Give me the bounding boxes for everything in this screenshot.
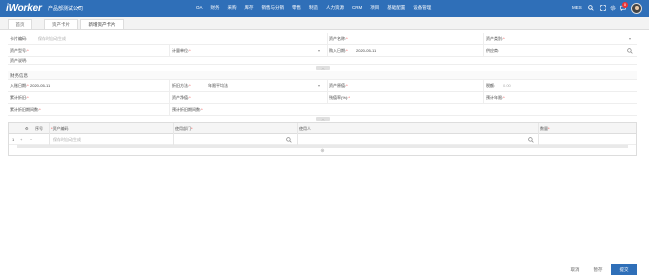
notification-badge: 8 [622,2,628,8]
gear-icon[interactable] [610,5,616,11]
tab-new-asset-card[interactable]: 新增资产卡片 [80,19,124,29]
quantity-cell[interactable] [540,134,636,145]
nav-item-retail[interactable]: 零售 [292,5,301,11]
expected-life-label: 预计年限:* [486,95,505,100]
tax-input[interactable]: 0.00 [503,80,511,91]
nav-item-base-config[interactable]: 基础配置 [387,5,405,11]
asset-code-cell[interactable]: 保存时自动生成 [53,134,81,145]
section-title-finance: 财务信息 [8,71,637,80]
form-actions: 取消 暂存 提交 [0,264,649,276]
column-header-quantity: 数量* [540,126,550,131]
fullscreen-icon[interactable] [600,5,606,11]
main-menu: OA 财务 采购 库存 销售与分销 零售 制造 人力资源 CRM 项目 基础配置… [196,5,431,11]
table-row: 1 + − 保存时自动生成 [9,134,636,145]
nav-item-oa[interactable]: OA [196,5,203,11]
user-avatar[interactable] [631,3,642,14]
user-cell[interactable] [299,134,539,145]
supplier-label: 供应商: [486,48,500,53]
tax-label: 税额: [486,83,496,88]
nav-item-equipment[interactable]: 设备管理 [413,5,431,11]
collapse-button[interactable]: ︿ [316,66,330,70]
nav-item-purchase[interactable]: 采购 [228,5,237,11]
search-icon[interactable] [286,137,292,143]
column-header-asset-code: *资产编码 [51,126,69,131]
tab-home[interactable]: 首页 [8,19,32,29]
cancel-button[interactable]: 取消 [566,264,584,275]
asset-card-form: 卡片编码: 保存时自动生成 资产名称:* 资产类别:* ▾ 资产型号:* 计量单… [8,33,637,122]
asset-category-label: 资产类别:* [486,36,505,41]
top-navigation-bar: iWorker 产品部测试公司 ▾ OA 财务 采购 库存 销售与分销 零售 制… [0,0,649,17]
nav-item-inventory[interactable]: 库存 [245,5,254,11]
search-icon[interactable] [528,137,534,143]
asset-description-label: 资产说明: [10,58,28,63]
nav-item-crm[interactable]: CRM [352,5,362,11]
form-row: 累计折旧:* 资产净值:* 残值率(%):* 预计年限:* [8,92,637,104]
settings-icon[interactable]: ⚙ [25,123,29,134]
nav-item-project[interactable]: 项目 [370,5,379,11]
search-icon[interactable] [588,5,594,11]
nav-item-hr[interactable]: 人力资源 [326,5,344,11]
nav-item-sales[interactable]: 销售与分销 [262,5,285,11]
app-logo[interactable]: iWorker [6,3,42,14]
form-row: 卡片编码: 保存时自动生成 资产名称:* 资产类别:* ▾ [8,33,637,45]
asset-detail-table: ⚙ 序号 *资产编码 使用部门* 使用人 数量* 1 + − 保存时自动生成 ⊕ [8,122,637,156]
form-row: 资产型号:* 计量单位:* ▾ 购入日期:* 2020-05-11 供应商: [8,45,637,57]
column-header-seq: 序号 [35,126,43,131]
remove-row-button[interactable]: − [30,134,32,145]
table-header: ⚙ 序号 *资产编码 使用部门* 使用人 数量* [9,123,636,134]
submit-button[interactable]: 提交 [611,264,637,275]
column-header-use-dept: 使用部门* [175,126,193,131]
use-dept-cell[interactable] [175,134,297,145]
row-index: 1 [12,137,15,142]
add-row-button[interactable]: + [20,134,22,145]
form-row: 资产说明: [8,57,637,65]
expected-depreciation-periods-label: 预计折旧期间数:* [172,107,203,112]
user-name[interactable]: MES [572,5,582,10]
column-header-user: 使用人 [299,126,311,131]
nav-item-manufacture[interactable]: 制造 [309,5,318,11]
tab-bar: 首页 资产卡片 新增资产卡片 [0,17,649,30]
search-icon[interactable] [627,48,633,54]
draft-button[interactable]: 暂存 [589,264,607,275]
nav-item-finance[interactable]: 财务 [211,5,220,11]
collapse-button[interactable]: ︿ [316,117,330,121]
form-row: 累计折旧期间数:* 预计折旧期间数:* [8,104,637,116]
add-row-icon[interactable]: ⊕ [9,148,636,155]
chevron-down-icon[interactable]: ▾ [77,5,79,10]
chevron-down-icon[interactable]: ▾ [629,36,631,41]
tab-asset-card[interactable]: 资产卡片 [44,19,78,29]
form-row: 入账日期:* 2020-05-11 折旧方法:* 年限平均法 ▾ 资产原值:* … [8,80,637,92]
